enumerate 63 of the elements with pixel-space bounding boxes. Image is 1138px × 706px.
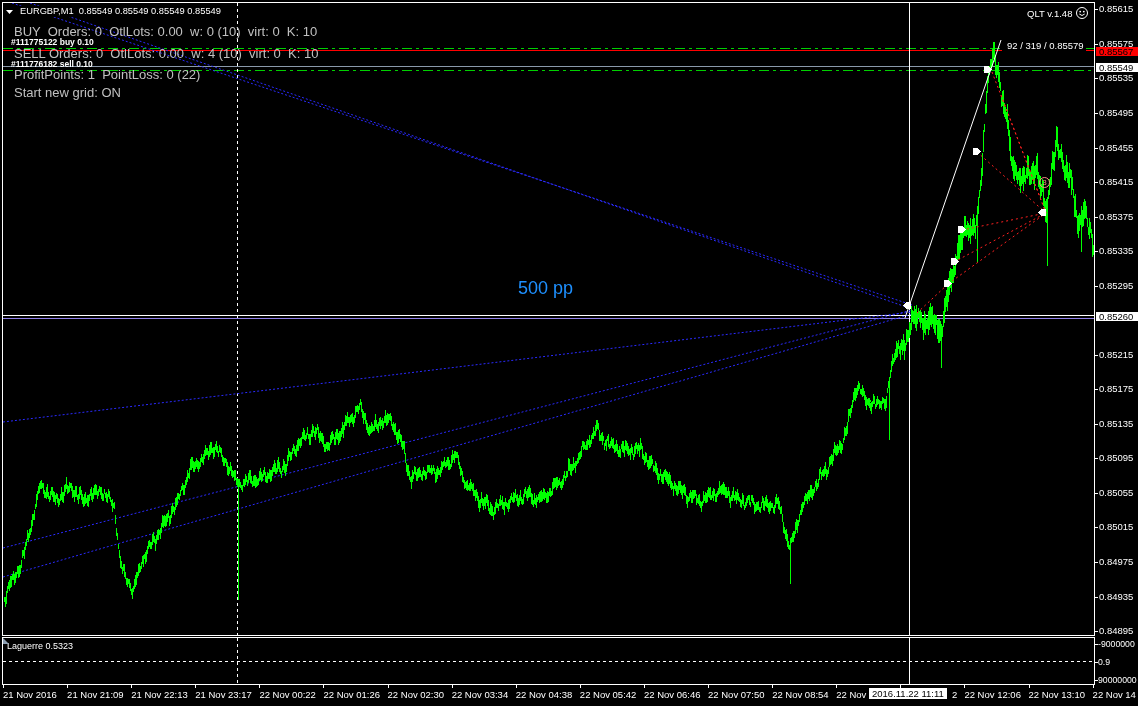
time-axis-label: 22 Nov 08:54 [772,689,829,700]
time-axis-label: 21 Nov 21:09 [67,689,124,700]
level-label: 92 / 319 / 0.85579 [1005,40,1086,51]
price-axis-label: 0.85175 [1099,384,1134,395]
arrow-icon [973,148,981,155]
price-marker: 0.85260 [1096,312,1138,322]
price-marker: 0.85567 [1096,47,1138,56]
indicator-label: Laguerre 0.5323 [7,641,74,651]
time-axis-label: 21 Nov 2016 [3,689,57,700]
arrow-icon [1038,209,1046,216]
price-axis-label: 0.85055 [1099,487,1134,498]
time-axis-label: 22 Nov [836,689,867,700]
time-axis-label: 22 Nov 04:38 [515,689,573,700]
time-axis-label: 22 Nov 01:26 [323,689,380,700]
order-label: #111775122 buy 0.10 [11,38,94,47]
time-axis-label: 22 Nov 03:34 [451,689,509,700]
price-axis-label: 0.85095 [1099,453,1134,464]
grid-distance-label: 500 pp [518,278,574,298]
price-axis-label: 0.84975 [1099,556,1134,567]
arrow-icon [951,258,959,265]
arrow-icon [903,302,911,309]
indicator-axis-label: -9000000 [1098,639,1135,649]
grid-status-text: ProfitPoints: 1 PointLoss: 0 (22) [14,68,201,81]
chart-title: EURGBP,M1 0.85549 0.85549 0.85549 0.85549 [20,6,221,17]
time-axis-label: 22 Nov 13:10 [1028,689,1085,700]
price-axis-label: 0.85015 [1099,522,1134,533]
time-axis-label: 22 Nov 05:42 [579,689,637,700]
time-axis-label: 21 Nov 22:13 [131,689,188,700]
price-axis-label: 0.85215 [1099,349,1134,360]
arrow-icon [984,66,992,73]
grid-status-text: Start new grid: ON [14,86,121,99]
time-axis-label: 2 [952,689,958,700]
time-axis-label: 22 Nov 02:30 [387,689,445,700]
price-marker: 0.85549 [1096,62,1138,72]
price-axis-label: 0.85495 [1099,107,1134,118]
price-axis-label: 0.84935 [1099,591,1134,602]
price-axis-label: 0.85335 [1099,246,1134,257]
expert-label: QLT v.1.48 [1027,7,1073,19]
price-axis-label: 0.85135 [1099,418,1134,429]
crosshair-time-label: 2016.11.22 11:11 [869,688,947,699]
grid-status-text: BUY Orders: 0 OtlLots: 0.00 w: 0 (10) virt: 0 K: 10 [14,25,318,38]
caret-icon[interactable] [6,9,13,14]
arrow-icon [958,226,966,233]
price-axis-label: 0.84895 [1099,626,1134,636]
smiley-icon [1076,7,1089,19]
triangle-icon [3,638,9,644]
price-axis-label: 0.85455 [1099,142,1134,153]
price-axis-label: 0.85295 [1099,280,1134,291]
price-axis-label: 0.85535 [1099,73,1134,84]
arrow-icon [944,280,952,287]
time-axis-label: 22 Nov 12:06 [964,689,1021,700]
price-axis-label: 0.85375 [1099,211,1134,222]
time-axis-label: 22 Nov 00:22 [259,689,316,700]
order-label: #111776182 sell 0.10 [11,59,93,68]
indicator-axis-label: 90000000 [1098,675,1137,685]
time-axis-label: 22 Nov 14 [1092,689,1136,700]
indicator-axis-label: 0.9 [1098,657,1111,667]
time-axis-label: 22 Nov 07:50 [708,689,765,700]
time-axis-label: 22 Nov 06:46 [643,689,701,700]
price-axis-label: 0.85575 [1099,38,1134,49]
price-axis-label: 0.85615 [1099,4,1134,15]
time-axis-label: 21 Nov 23:17 [195,689,252,700]
price-axis-label: 0.85415 [1099,177,1134,187]
